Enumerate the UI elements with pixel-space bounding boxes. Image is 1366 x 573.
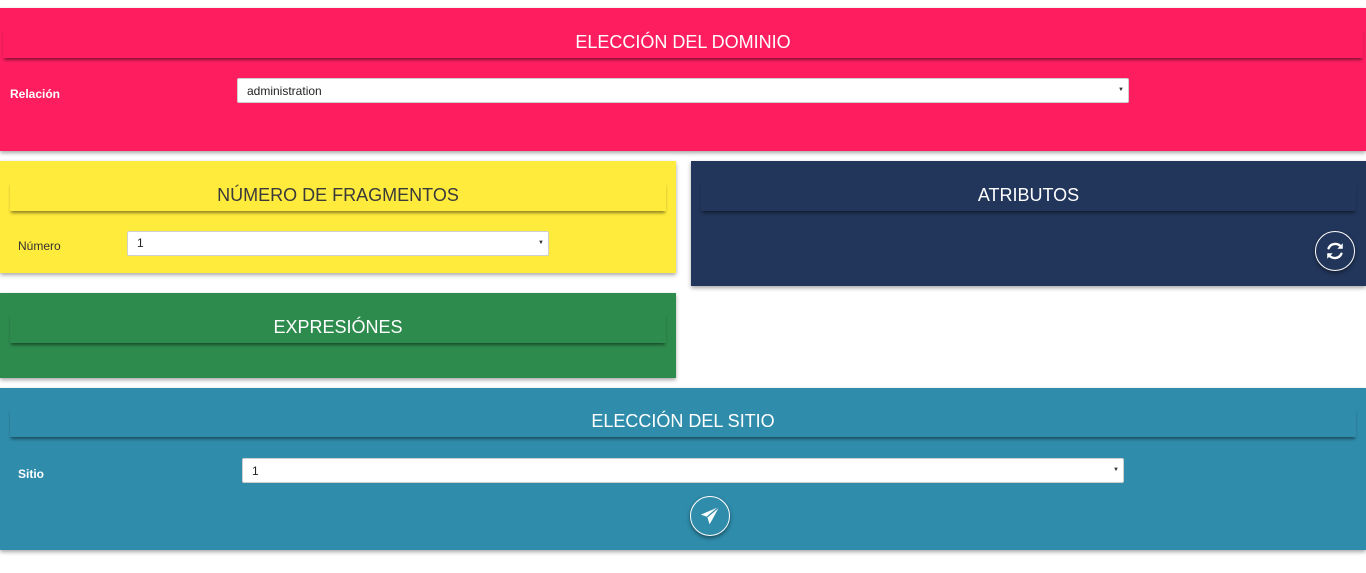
fragments-panel-title: NÚMERO DE FRAGMENTOS: [217, 185, 459, 205]
fragments-panel-header: NÚMERO DE FRAGMENTOS: [10, 181, 666, 211]
domain-panel-title: ELECCIÓN DEL DOMINIO: [575, 32, 791, 52]
attributes-panel-header: ATRIBUTOS: [701, 181, 1356, 211]
attributes-panel: ATRIBUTOS: [691, 161, 1366, 286]
domain-panel: ELECCIÓN DEL DOMINIO Relación administra…: [0, 8, 1366, 151]
site-panel: ELECCIÓN DEL SITIO Sitio 1 ▼: [0, 388, 1366, 550]
attributes-panel-title: ATRIBUTOS: [977, 185, 1080, 205]
relation-label: Relación: [10, 87, 61, 101]
site-select-value: 1: [252, 464, 259, 478]
relation-select-value: administration: [247, 84, 322, 98]
site-panel-header: ELECCIÓN DEL SITIO: [10, 407, 1356, 437]
send-icon: [699, 505, 721, 527]
number-select-value: 1: [137, 236, 144, 250]
fragments-panel: NÚMERO DE FRAGMENTOS Número 1 ▼: [0, 161, 676, 273]
number-label: Número: [18, 239, 61, 253]
domain-panel-header: ELECCIÓN DEL DOMINIO: [3, 28, 1363, 58]
site-select[interactable]: 1 ▼: [242, 458, 1124, 483]
relation-select[interactable]: administration ▼: [237, 78, 1129, 103]
chevron-down-icon: ▼: [1118, 87, 1124, 93]
refresh-button[interactable]: [1315, 231, 1355, 271]
expressions-panel: EXPRESIÓNES: [0, 293, 676, 378]
site-panel-title: ELECCIÓN DEL SITIO: [591, 411, 775, 431]
expressions-panel-title: EXPRESIÓNES: [273, 317, 403, 337]
site-label: Sitio: [18, 467, 44, 481]
chevron-down-icon: ▼: [1113, 467, 1119, 473]
chevron-down-icon: ▼: [538, 240, 544, 246]
number-select[interactable]: 1 ▼: [127, 231, 549, 256]
expressions-panel-header: EXPRESIÓNES: [10, 313, 666, 343]
refresh-icon: [1324, 240, 1346, 262]
send-button[interactable]: [690, 496, 730, 536]
